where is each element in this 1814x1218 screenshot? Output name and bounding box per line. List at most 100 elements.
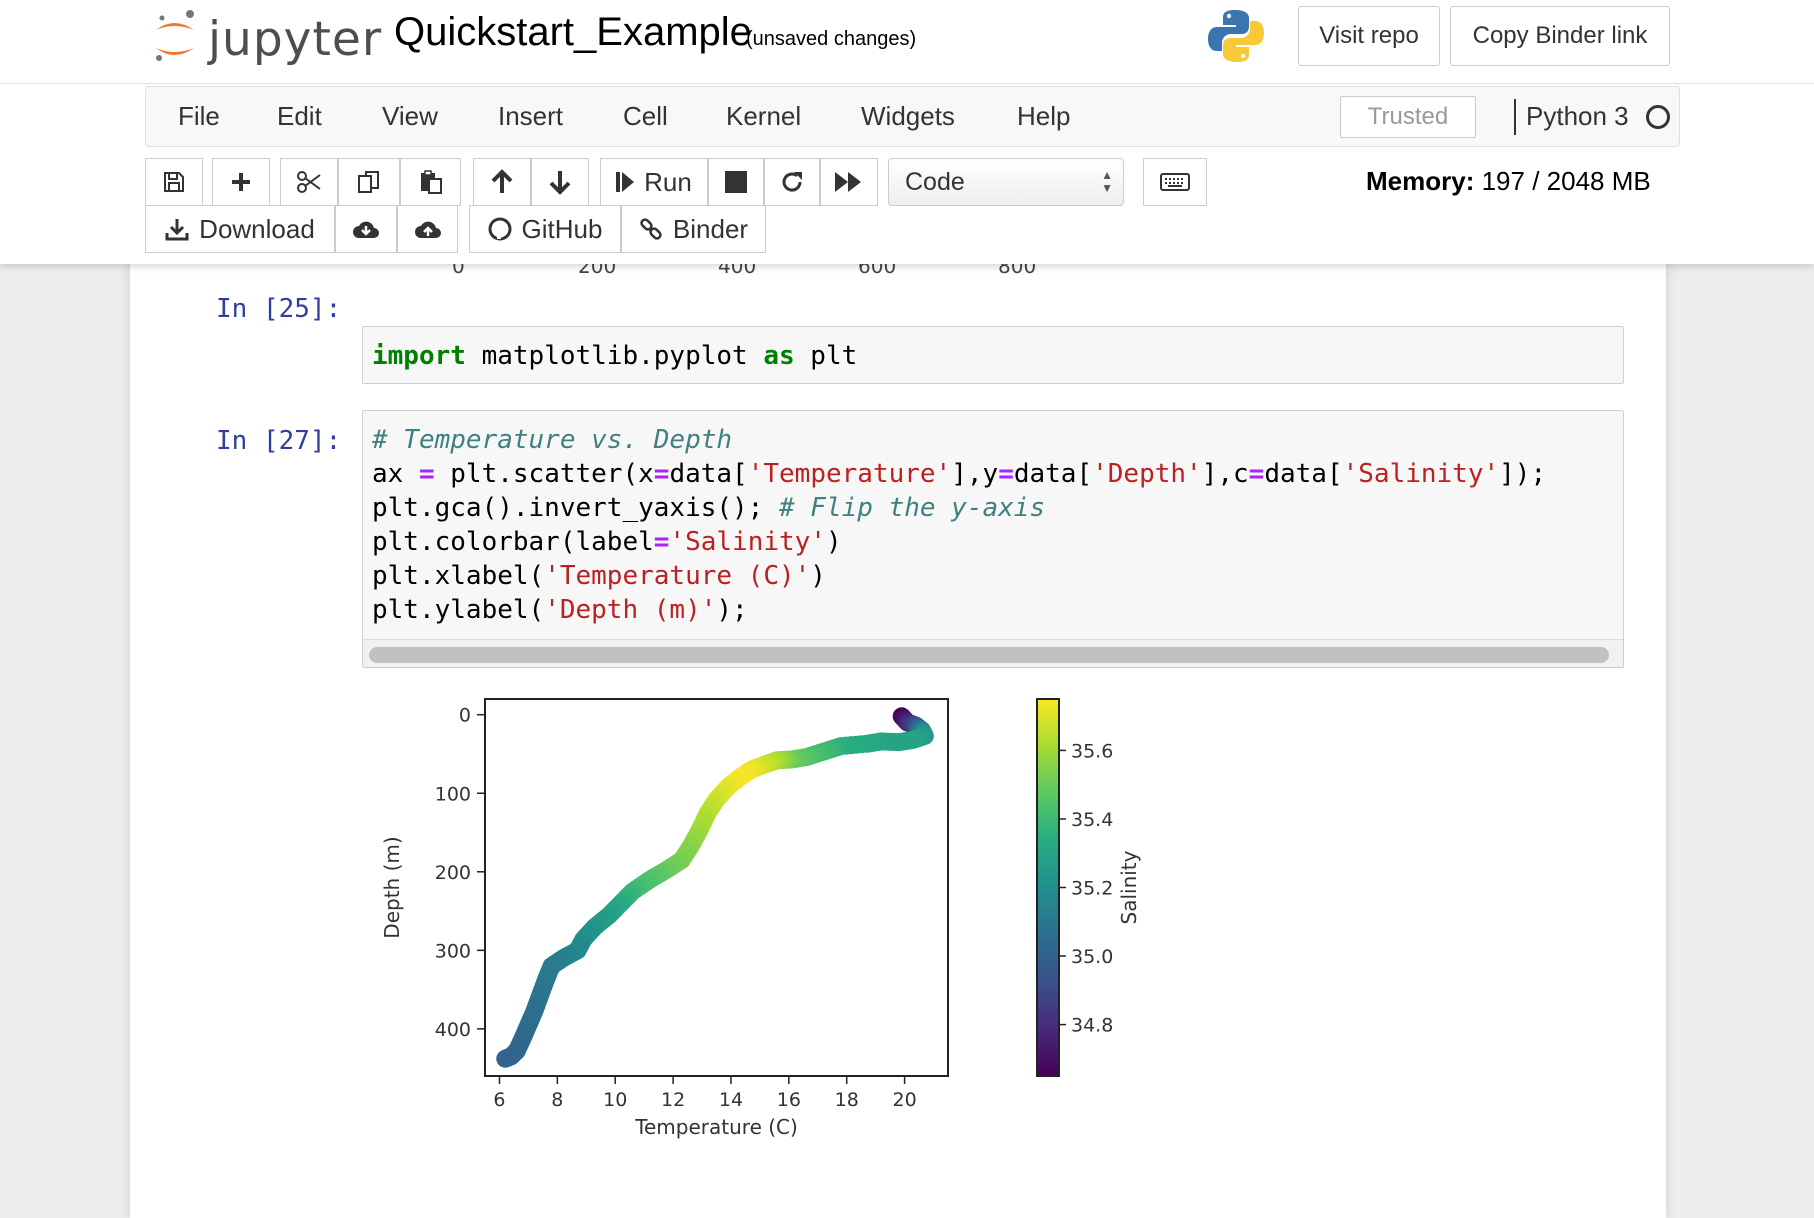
github-label: GitHub: [521, 213, 603, 244]
x-tick-label: 16: [777, 1089, 801, 1111]
python-logo-icon: [1208, 10, 1264, 62]
x-axis-ticks: 6 8 10 12 14 16 18 20: [493, 1076, 917, 1111]
plot-frame: [484, 698, 949, 1077]
scatter-points: [496, 707, 934, 1068]
keyboard-icon: [1160, 173, 1190, 191]
kernel-divider: [1514, 99, 1516, 135]
y-axis-ticks: 0 100 200 300 400: [435, 705, 485, 1041]
code-line: ax = plt.scatter(x=data['Temperature'],y…: [372, 459, 1547, 489]
refresh-icon: [782, 172, 802, 192]
paste-button[interactable]: [400, 158, 461, 206]
jupyter-logo-icon: [156, 10, 194, 61]
notebook-title[interactable]: Quickstart_Example: [394, 10, 752, 55]
run-label: Run: [644, 166, 692, 197]
menu-insert[interactable]: Insert: [498, 101, 563, 132]
trusted-indicator[interactable]: Trusted: [1340, 96, 1476, 138]
memory-usage: Memory: 197 / 2048 MB: [1366, 166, 1651, 197]
arrow-up-icon: [491, 169, 513, 193]
menu-kernel[interactable]: Kernel: [726, 101, 801, 132]
copy-button[interactable]: [338, 158, 400, 206]
x-tick-label: 10: [603, 1089, 627, 1111]
colorbar-tick-label: 35.2: [1071, 878, 1113, 900]
cloud-download-button[interactable]: [335, 205, 397, 253]
plus-icon: [232, 173, 250, 191]
save-icon: [164, 172, 184, 192]
fast-forward-icon: [835, 172, 861, 192]
kernel-name[interactable]: Python 3: [1526, 101, 1629, 132]
y-tick-label: 400: [435, 1019, 471, 1041]
cloud-upload-button[interactable]: [397, 205, 458, 253]
code-line: plt.ylabel('Depth (m)');: [372, 595, 748, 625]
visit-repo-button[interactable]: Visit repo: [1298, 6, 1440, 66]
menu-help[interactable]: Help: [1017, 101, 1070, 132]
code-line: plt.colorbar(label='Salinity'): [372, 527, 842, 557]
code-cell-scatter[interactable]: # Temperature vs. Depth ax = plt.scatter…: [362, 410, 1624, 668]
copy-binder-link-button[interactable]: Copy Binder link: [1450, 6, 1670, 66]
colorbar-label: Salinity: [1117, 850, 1141, 924]
menu-edit[interactable]: Edit: [277, 101, 322, 132]
menubar: File Edit View Insert Cell Kernel Widget…: [145, 86, 1680, 147]
link-icon: [640, 218, 662, 240]
binder-label: Binder: [672, 213, 749, 244]
x-tick-label: 18: [835, 1089, 859, 1111]
code-line: plt.xlabel('Temperature (C)'): [372, 561, 826, 591]
cell-type-value: Code: [905, 167, 965, 196]
github-button[interactable]: GitHub: [469, 205, 621, 253]
colorbar-tick-label: 35.6: [1071, 740, 1113, 762]
download-button[interactable]: Download: [145, 205, 335, 253]
step-forward-icon: [616, 172, 635, 192]
cell-type-select[interactable]: Code ▲ ▼: [888, 158, 1124, 206]
cell-prompt: In [27]:: [216, 426, 342, 456]
y-tick-label: 0: [459, 705, 471, 727]
download-label: Download: [199, 213, 315, 244]
code-line: import matplotlib.pyplot as plt: [372, 341, 858, 371]
scissors-icon: [297, 171, 321, 193]
colorbar-tick-label: 35.4: [1071, 809, 1113, 831]
colorbar: [1036, 698, 1060, 1077]
cloud-upload-icon: [414, 221, 441, 238]
memory-value: 197 / 2048 MB: [1481, 166, 1651, 196]
y-axis-label: Depth (m): [380, 836, 404, 938]
autosave-status: (unsaved changes): [746, 28, 917, 50]
interrupt-kernel-button[interactable]: [708, 158, 764, 206]
paste-icon: [420, 170, 442, 194]
colorbar-ticks: 35.6 35.4 35.2 35.0 34.8: [1059, 740, 1113, 1037]
menu-file[interactable]: File: [178, 101, 220, 132]
x-tick-label: 14: [719, 1089, 743, 1111]
x-tick-label: 8: [551, 1089, 563, 1111]
save-button[interactable]: [145, 158, 203, 206]
cloud-download-icon: [353, 221, 379, 238]
restart-kernel-button[interactable]: [764, 158, 820, 206]
horizontal-scrollbar-thumb[interactable]: [369, 647, 1609, 663]
code-cell-import[interactable]: import matplotlib.pyplot as plt: [362, 326, 1624, 384]
move-up-button[interactable]: [473, 158, 531, 206]
x-tick-label: 12: [661, 1089, 685, 1111]
y-tick-label: 300: [435, 940, 471, 962]
colorbar-tick-label: 35.0: [1071, 946, 1113, 968]
jupyter-logo[interactable]: jupyter: [152, 8, 381, 68]
code-line: plt.gca().invert_yaxis(); # Flip the y-a…: [372, 493, 1046, 523]
binder-button[interactable]: Binder: [621, 205, 766, 253]
move-down-button[interactable]: [531, 158, 589, 206]
run-button[interactable]: Run: [600, 158, 708, 206]
jupyter-logo-text: jupyter: [208, 12, 383, 67]
arrow-down-icon: [549, 171, 571, 195]
menu-cell[interactable]: Cell: [623, 101, 668, 132]
insert-cell-button[interactable]: [212, 158, 270, 206]
colorbar-tick-label: 34.8: [1071, 1015, 1113, 1037]
memory-label: Memory:: [1366, 166, 1475, 196]
menu-view[interactable]: View: [382, 101, 438, 132]
menu-widgets[interactable]: Widgets: [861, 101, 955, 132]
copy-icon: [358, 171, 379, 193]
scatter-chart: 6 8 10 12 14 16 18 20 0 100 200 300 400 Temperature…: [380, 698, 1141, 1139]
kernel-idle-indicator-icon: [1646, 105, 1670, 129]
command-palette-button[interactable]: [1143, 158, 1207, 206]
cut-button[interactable]: [280, 158, 338, 206]
y-tick-label: 100: [435, 783, 471, 805]
scatter-point: [496, 1049, 515, 1068]
restart-run-all-button[interactable]: [820, 158, 878, 206]
y-tick-label: 200: [435, 862, 471, 884]
stop-icon: [725, 171, 747, 193]
x-tick-label: 6: [493, 1089, 505, 1111]
select-arrows-icon: ▲ ▼: [1101, 168, 1113, 195]
